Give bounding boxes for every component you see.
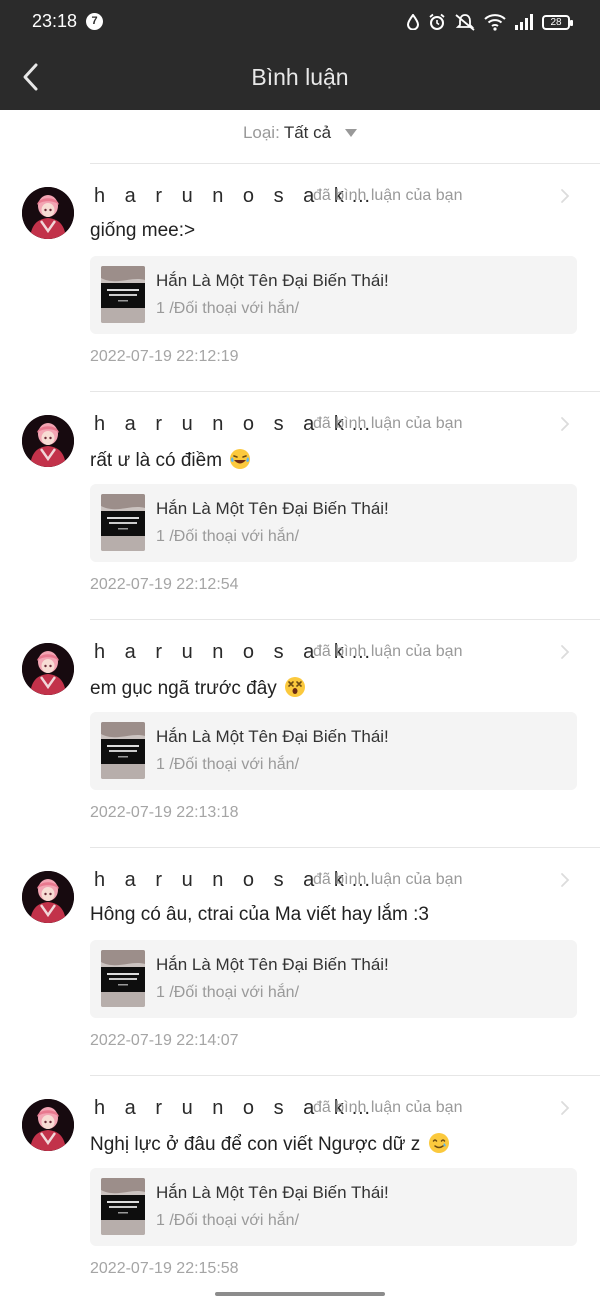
chapter-title: Hắn Là Một Tên Đại Biến Thái! [156,271,389,290]
app-header: Bình luận [0,44,600,110]
data-saver-icon [406,14,420,30]
status-icons: 28 [406,11,573,33]
chapter-thumbnail [101,1178,145,1235]
alarm-icon [429,13,445,30]
chapter-title: Hắn Là Một Tên Đại Biến Thái! [156,955,389,974]
battery-icon: 28 [542,14,573,30]
status-bar: 23:18 7 28 [0,0,600,44]
type-filter-dropdown[interactable]: Loại: Tất cả [0,110,600,156]
chapter-subtitle: 1 /Đối thoại với hắn/ [156,984,300,1001]
action-text: đã bình luận của bạn [313,1099,463,1116]
chapter-subtitle: 1 /Đối thoại với hắn/ [156,1212,300,1229]
chapter-card[interactable]: Hắn Là Một Tên Đại Biến Thái! 1 /Đối tho… [90,256,577,334]
signal-icon [515,14,533,30]
status-time: 23:18 [32,11,78,31]
action-text: đã bình luận của bạn [313,643,463,660]
dizzy-face-emoji-icon [284,676,306,698]
page-title: Bình luận [251,64,349,90]
avatar[interactable] [22,187,74,239]
timestamp: 2022-07-19 22:13:18 [90,804,239,821]
comment-item[interactable]: h a r u n o s a k… đã bình luận của bạn … [0,848,600,1076]
chevron-right-icon[interactable] [560,644,570,665]
chevron-right-icon[interactable] [560,188,570,209]
chapter-title: Hắn Là Một Tên Đại Biến Thái! [156,1183,389,1202]
chapter-thumbnail [101,494,145,551]
chapter-thumbnail [101,950,145,1007]
comment-body: rất ư là có điềm [90,450,223,471]
comment-text: rất ư là có điềm [90,448,251,472]
smiling-tear-emoji-icon [428,1132,450,1154]
chapter-subtitle: 1 /Đối thoại với hắn/ [156,300,300,317]
chapter-title: Hắn Là Một Tên Đại Biến Thái! [156,499,389,518]
notification-count-badge: 7 [86,13,103,30]
action-text: đã bình luận của bạn [313,415,463,432]
avatar[interactable] [22,643,74,695]
filter-value: Tất cả [283,123,332,142]
comment-body: Hông có âu, ctrai của Ma viết hay lắm :3 [90,904,429,925]
timestamp: 2022-07-19 22:14:07 [90,1032,239,1049]
chevron-right-icon[interactable] [560,872,570,893]
timestamp: 2022-07-19 22:12:54 [90,576,239,593]
chapter-card[interactable]: Hắn Là Một Tên Đại Biến Thái! 1 /Đối tho… [90,712,577,790]
comment-body: giống mee:> [90,220,196,241]
chapter-card[interactable]: Hắn Là Một Tên Đại Biến Thái! 1 /Đối tho… [90,940,577,1018]
mute-icon [455,14,475,31]
avatar[interactable] [22,415,74,467]
home-indicator[interactable] [215,1292,385,1296]
comment-text: giống mee:> [90,220,195,242]
avatar[interactable] [22,871,74,923]
chapter-subtitle: 1 /Đối thoại với hắn/ [156,528,300,545]
chapter-subtitle: 1 /Đối thoại với hắn/ [156,756,300,773]
comment-body: Nghị lực ở đâu để con viết Ngược dữ z [90,1134,421,1155]
chapter-thumbnail [101,722,145,779]
comment-item[interactable]: h a r u n o s a k… đã bình luận của bạn … [0,164,600,392]
wifi-icon [484,14,506,31]
action-text: đã bình luận của bạn [313,871,463,888]
chapter-card[interactable]: Hắn Là Một Tên Đại Biến Thái! 1 /Đối tho… [90,1168,577,1246]
caret-down-icon [345,109,358,155]
action-text: đã bình luận của bạn [313,187,463,204]
timestamp: 2022-07-19 22:15:58 [90,1260,239,1277]
comment-item[interactable]: h a r u n o s a k… đã bình luận của bạn … [0,620,600,848]
comment-text: em gục ngã trước đây [90,676,306,700]
tears-of-joy-emoji-icon [229,448,251,470]
comment-text: Nghị lực ở đâu để con viết Ngược dữ z [90,1132,450,1156]
avatar[interactable] [22,1099,74,1151]
chevron-right-icon[interactable] [560,416,570,437]
chapter-card[interactable]: Hắn Là Một Tên Đại Biến Thái! 1 /Đối tho… [90,484,577,562]
timestamp: 2022-07-19 22:12:19 [90,348,239,365]
chapter-title: Hắn Là Một Tên Đại Biến Thái! [156,727,389,746]
chevron-right-icon[interactable] [560,1100,570,1121]
comment-item[interactable]: h a r u n o s a k… đã bình luận của bạn … [0,1076,600,1300]
comment-body: em gục ngã trước đây [90,678,277,699]
chapter-thumbnail [101,266,145,323]
comment-text: Hông có âu, ctrai của Ma viết hay lắm :3 [90,904,429,926]
comment-item[interactable]: h a r u n o s a k… đã bình luận của bạn … [0,392,600,620]
filter-label: Loại: [242,123,280,142]
